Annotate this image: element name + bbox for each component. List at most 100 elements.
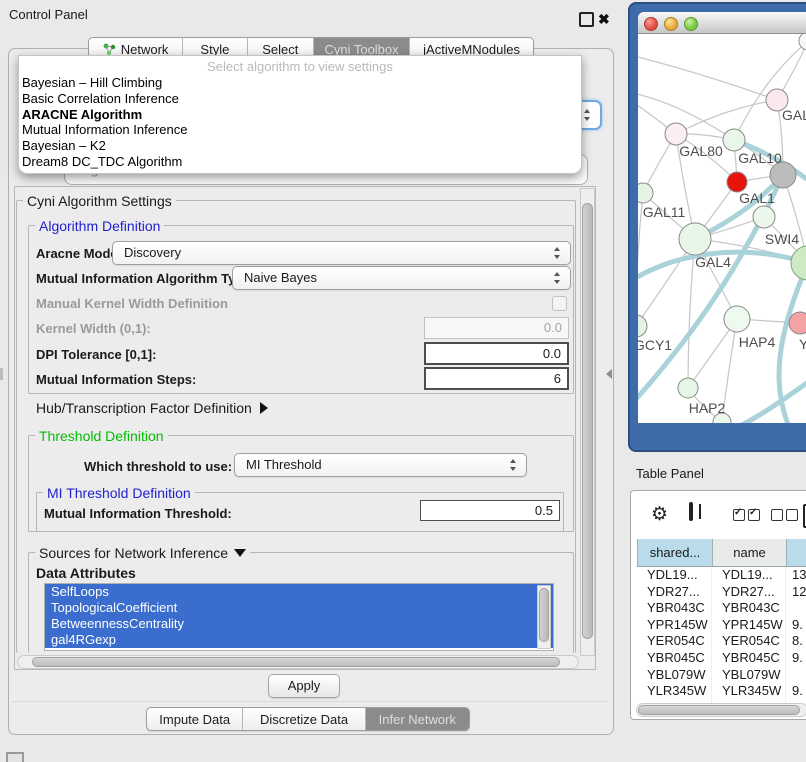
- mi-steps-field[interactable]: 6: [424, 367, 569, 390]
- column-header-partial[interactable]: [787, 539, 806, 566]
- hub-definition-expander[interactable]: Hub/Transcription Factor Definition: [36, 400, 268, 416]
- apply-button[interactable]: Apply: [268, 674, 340, 698]
- cell-name[interactable]: YBR045C: [712, 650, 786, 667]
- network-node[interactable]: [678, 378, 698, 398]
- network-node[interactable]: [723, 129, 745, 151]
- zoom-window-icon[interactable]: [684, 17, 698, 31]
- algorithm-option[interactable]: Basic Correlation Inference: [19, 91, 581, 107]
- network-edge[interactable]: [738, 374, 806, 423]
- mi-threshold-field[interactable]: 0.5: [420, 500, 560, 521]
- tab-infer-network[interactable]: Infer Network: [366, 708, 469, 730]
- column-header-name[interactable]: name: [713, 539, 787, 566]
- table-row[interactable]: YDL19... YDL19... 13: [637, 567, 806, 584]
- split-pane-handle[interactable]: [0, 368, 3, 380]
- network-edge[interactable]: [638, 54, 777, 100]
- attributes-scrollbar[interactable]: [537, 585, 551, 649]
- dpi-tolerance-field[interactable]: 0.0: [424, 342, 569, 365]
- attribute-item-selected[interactable]: TopologicalCoefficient: [45, 600, 553, 616]
- algorithm-option-selected[interactable]: ARACNE Algorithm: [19, 107, 581, 123]
- sources-group-title[interactable]: Sources for Network Inference: [35, 545, 250, 561]
- cell-shared-name[interactable]: YPR145W: [637, 617, 712, 634]
- cell-name[interactable]: YBL079W: [712, 667, 786, 684]
- network-node[interactable]: [753, 206, 775, 228]
- network-node[interactable]: [638, 183, 653, 203]
- mi-type-combo[interactable]: Naive Bayes: [232, 266, 571, 290]
- cell-shared-name[interactable]: YBR045C: [637, 650, 712, 667]
- settings-horizontal-scrollbar[interactable]: [17, 655, 579, 669]
- network-edge[interactable]: [688, 239, 695, 388]
- cell-value[interactable]: [786, 600, 806, 617]
- network-node[interactable]: [724, 306, 750, 332]
- cell-shared-name[interactable]: YBL079W: [637, 667, 712, 684]
- cell-value[interactable]: [786, 667, 806, 684]
- select-all-icon[interactable]: [733, 509, 763, 524]
- minimize-window-icon[interactable]: [664, 17, 678, 31]
- cell-name[interactable]: YDR27...: [712, 584, 786, 601]
- collapsed-arrow-icon[interactable]: [260, 402, 268, 414]
- table-row[interactable]: YER054C YER054C 8.: [637, 633, 806, 650]
- collapsed-panel-icon[interactable]: [6, 752, 24, 762]
- column-header-shared-name[interactable]: shared...: [638, 539, 713, 566]
- scrollbar-thumb[interactable]: [582, 203, 593, 639]
- which-threshold-combo[interactable]: MI Threshold: [234, 453, 527, 477]
- split-pane-collapse-arrow[interactable]: [606, 369, 612, 379]
- cell-value[interactable]: 9.: [786, 617, 806, 634]
- algorithm-option[interactable]: Bayesian – Hill Climbing: [19, 75, 581, 91]
- cell-value[interactable]: 8.: [786, 633, 806, 650]
- network-edge[interactable]: [676, 100, 777, 134]
- scrollbar-thumb[interactable]: [32, 657, 560, 667]
- manual-kernel-checkbox[interactable]: [552, 296, 567, 311]
- gear-icon[interactable]: ⚙: [651, 505, 668, 524]
- cell-value[interactable]: 13: [786, 567, 806, 584]
- network-edge[interactable]: [734, 41, 806, 140]
- cell-name[interactable]: YLR345W: [712, 683, 786, 700]
- attribute-item-selected[interactable]: BetweennessCentrality: [45, 616, 553, 632]
- table-row[interactable]: YBL079W YBL079W: [637, 667, 806, 684]
- cell-shared-name[interactable]: YDL19...: [637, 567, 712, 584]
- expanded-arrow-icon[interactable]: [234, 549, 246, 557]
- table-row[interactable]: YBR045C YBR045C 9.: [637, 650, 806, 667]
- scrollbar-thumb[interactable]: [539, 588, 549, 642]
- table-row[interactable]: YBR043C YBR043C: [637, 600, 806, 617]
- cell-shared-name[interactable]: YDR27...: [637, 584, 712, 601]
- algorithm-option[interactable]: Mutual Information Inference: [19, 122, 581, 138]
- network-node[interactable]: [789, 312, 806, 334]
- algorithm-option[interactable]: Dream8 DC_TDC Algorithm: [19, 154, 581, 170]
- table-row[interactable]: YLR345W YLR345W 9.: [637, 683, 806, 700]
- cell-shared-name[interactable]: YER054C: [637, 633, 712, 650]
- network-canvas[interactable]: GALGAL80GAL10GAL1GAL11SWI4GAL4GCY1HAP4YH…: [638, 34, 806, 423]
- cell-value[interactable]: 9.: [786, 650, 806, 667]
- table-row[interactable]: YDR27... YDR27... 12: [637, 584, 806, 601]
- settings-vertical-scrollbar[interactable]: [580, 188, 595, 656]
- network-node[interactable]: [679, 223, 711, 255]
- close-window-icon[interactable]: [644, 17, 658, 31]
- tab-discretize-data[interactable]: Discretize Data: [243, 708, 365, 730]
- attribute-item-selected[interactable]: gal4RGexp: [45, 632, 553, 648]
- table-row[interactable]: YPR145W YPR145W 9.: [637, 617, 806, 634]
- cell-name[interactable]: YER054C: [712, 633, 786, 650]
- split-columns-icon[interactable]: [689, 502, 693, 521]
- attribute-item-selected[interactable]: SelfLoops: [45, 584, 553, 600]
- cell-value[interactable]: 12: [786, 584, 806, 601]
- scrollbar-thumb[interactable]: [638, 705, 800, 715]
- cell-name[interactable]: YPR145W: [712, 617, 786, 634]
- float-panel-icon[interactable]: [579, 12, 594, 27]
- cell-name[interactable]: YBR043C: [712, 600, 786, 617]
- cell-shared-name[interactable]: YLR345W: [637, 683, 712, 700]
- cell-name[interactable]: YDL19...: [712, 567, 786, 584]
- cell-shared-name[interactable]: YBR043C: [637, 600, 712, 617]
- table-toolbar: ⚙: [631, 491, 806, 539]
- table-horizontal-scrollbar[interactable]: [636, 703, 806, 717]
- network-node[interactable]: [665, 123, 687, 145]
- tab-impute-data[interactable]: Impute Data: [147, 708, 243, 730]
- network-node[interactable]: [791, 246, 806, 280]
- deselect-all-icon[interactable]: [771, 509, 801, 524]
- network-node[interactable]: [727, 172, 747, 192]
- kernel-width-field[interactable]: 0.0: [424, 317, 569, 339]
- aracne-mode-combo[interactable]: Discovery: [112, 241, 571, 265]
- network-node[interactable]: [638, 315, 647, 337]
- network-window-titlebar[interactable]: [638, 12, 806, 34]
- algorithm-option[interactable]: Bayesian – K2: [19, 138, 581, 154]
- close-panel-icon[interactable]: ✖: [598, 12, 610, 26]
- cell-value[interactable]: 9.: [786, 683, 806, 700]
